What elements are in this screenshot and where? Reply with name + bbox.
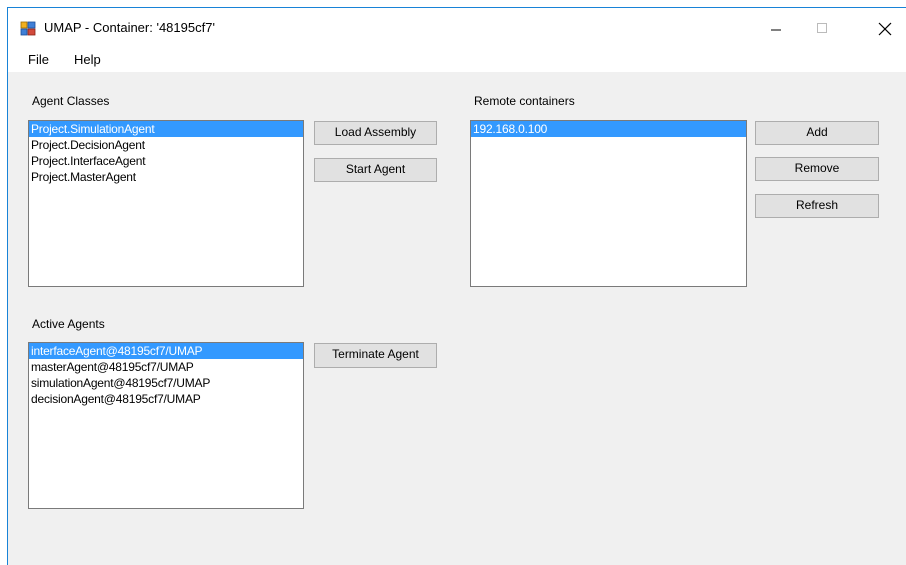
close-icon xyxy=(878,22,892,36)
agent-classes-list[interactable]: Project.SimulationAgent Project.Decision… xyxy=(28,120,304,287)
remove-button[interactable]: Remove xyxy=(755,157,879,181)
agent-classes-label: Agent Classes xyxy=(32,94,110,108)
close-button[interactable] xyxy=(861,8,906,48)
menu-file[interactable]: File xyxy=(28,52,49,67)
main-window: UMAP - Container: '48195cf7' File Help A… xyxy=(7,7,906,565)
list-item[interactable]: Project.SimulationAgent xyxy=(29,121,303,137)
list-item[interactable]: Project.DecisionAgent xyxy=(29,137,303,153)
add-button[interactable]: Add xyxy=(755,121,879,145)
list-item[interactable]: simulationAgent@48195cf7/UMAP xyxy=(29,375,303,391)
terminate-agent-button[interactable]: Terminate Agent xyxy=(314,343,437,368)
list-item[interactable]: 192.168.0.100 xyxy=(471,121,746,137)
list-item[interactable]: decisionAgent@48195cf7/UMAP xyxy=(29,391,303,407)
maximize-icon xyxy=(817,23,827,33)
load-assembly-button[interactable]: Load Assembly xyxy=(314,121,437,145)
menu-bar: File Help xyxy=(8,48,906,72)
app-icon xyxy=(20,20,36,36)
list-item[interactable]: Project.InterfaceAgent xyxy=(29,153,303,169)
window-title: UMAP - Container: '48195cf7' xyxy=(44,20,215,35)
list-item[interactable]: Project.MasterAgent xyxy=(29,169,303,185)
start-agent-button[interactable]: Start Agent xyxy=(314,158,437,182)
minimize-icon xyxy=(771,29,781,31)
remote-containers-list[interactable]: 192.168.0.100 xyxy=(470,120,747,287)
active-agents-list[interactable]: interfaceAgent@48195cf7/UMAP masterAgent… xyxy=(28,342,304,509)
minimize-button[interactable] xyxy=(753,8,799,48)
title-bar: UMAP - Container: '48195cf7' xyxy=(8,8,906,48)
menu-help[interactable]: Help xyxy=(74,52,101,67)
active-agents-label: Active Agents xyxy=(32,317,105,331)
remote-containers-label: Remote containers xyxy=(474,94,575,108)
list-item[interactable]: interfaceAgent@48195cf7/UMAP xyxy=(29,343,303,359)
list-item[interactable]: masterAgent@48195cf7/UMAP xyxy=(29,359,303,375)
maximize-button[interactable] xyxy=(799,8,845,48)
refresh-button[interactable]: Refresh xyxy=(755,194,879,218)
